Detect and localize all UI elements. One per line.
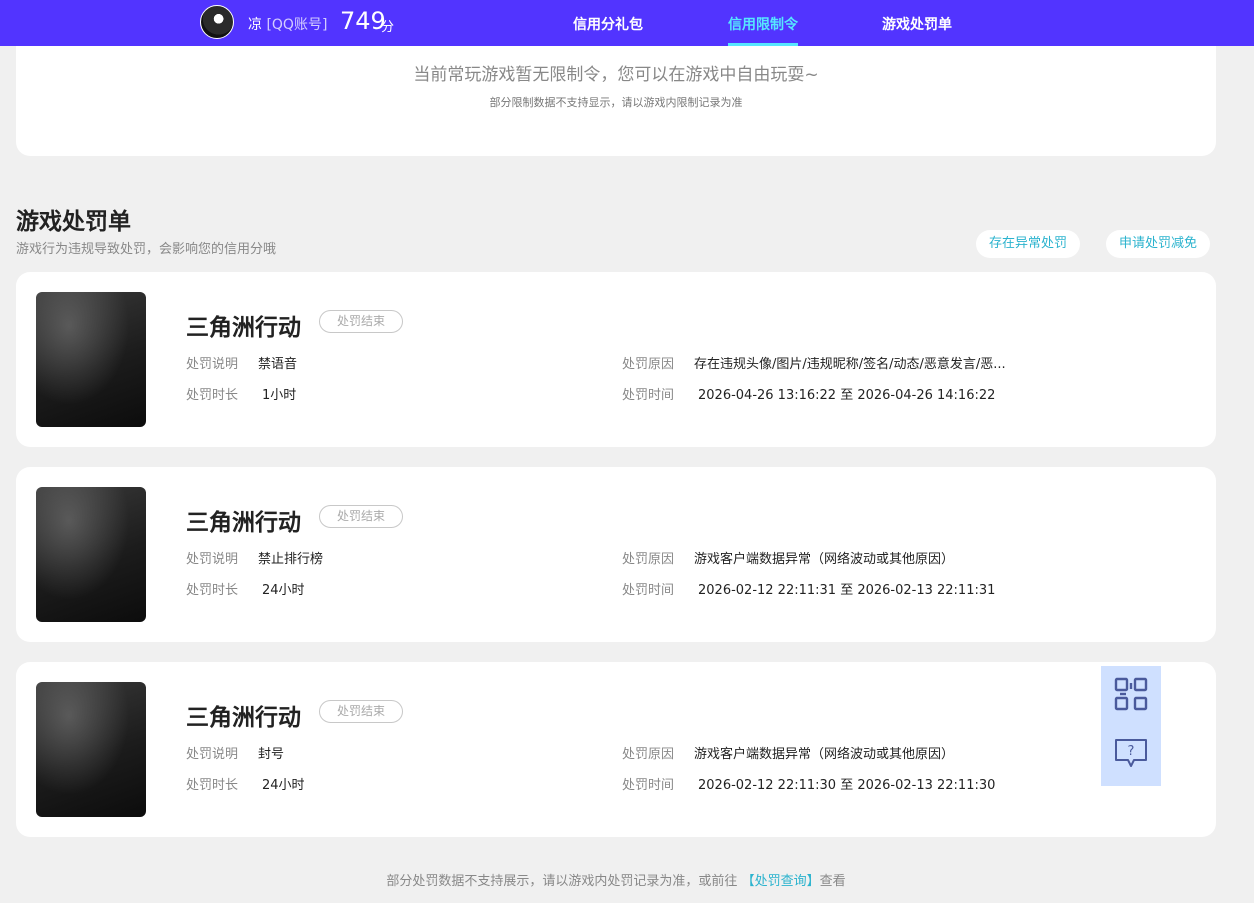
- user-name: 凉 [QQ账号]: [248, 14, 327, 34]
- game-thumbnail: [36, 487, 146, 622]
- nav-game-punishment[interactable]: 游戏处罚单: [882, 14, 952, 34]
- reason-value: 游戏客户端数据异常（网络波动或其他原因）: [694, 747, 955, 762]
- punishment-card[interactable]: 三角洲行动 处罚结束 处罚说明 封号 处罚时长 24小时 处罚原因 游戏客户端数…: [16, 662, 1216, 837]
- duration-value: 24小时: [262, 778, 305, 793]
- section-title: 游戏处罚单: [16, 209, 131, 235]
- status-badge: 处罚结束: [319, 700, 403, 723]
- help-button[interactable]: ?: [1101, 726, 1161, 786]
- status-badge: 处罚结束: [319, 310, 403, 333]
- nav-credit-gift[interactable]: 信用分礼包: [573, 14, 643, 34]
- time-label: 处罚时间: [622, 388, 675, 403]
- punishment-card[interactable]: 三角洲行动 处罚结束 处罚说明 禁止排行榜 处罚时长 24小时 处罚原因 游戏客…: [16, 467, 1216, 642]
- svg-text:?: ?: [1128, 744, 1135, 759]
- reason-value: 游戏客户端数据异常（网络波动或其他原因）: [694, 552, 955, 567]
- desc-label: 处罚说明: [186, 747, 239, 762]
- reason-label: 处罚原因: [622, 747, 675, 762]
- status-badge: 处罚结束: [319, 505, 403, 528]
- game-name: 三角洲行动: [186, 315, 301, 341]
- credit-score: 749: [340, 7, 386, 35]
- qr-code-icon: [1114, 677, 1148, 715]
- duration-label: 处罚时长: [186, 388, 239, 403]
- qr-code-button[interactable]: [1101, 666, 1161, 726]
- game-name: 三角洲行动: [186, 705, 301, 731]
- footer-text-end: 查看: [819, 874, 846, 889]
- footer-text: 部分处罚数据不支持展示，请以游戏内处罚记录为准，或前往: [386, 874, 738, 889]
- time-label: 处罚时间: [622, 583, 675, 598]
- desc-label: 处罚说明: [186, 357, 239, 372]
- duration-label: 处罚时长: [186, 778, 239, 793]
- avatar[interactable]: [200, 5, 234, 39]
- restriction-card: 当前常玩游戏暂无限制令，您可以在游戏中自由玩耍~ 部分限制数据不支持显示，请以游…: [16, 46, 1216, 156]
- restriction-note: 部分限制数据不支持显示，请以游戏内限制记录为准: [489, 96, 743, 109]
- help-chat-icon: ?: [1114, 738, 1148, 774]
- time-label: 处罚时间: [622, 778, 675, 793]
- reason-label: 处罚原因: [622, 357, 675, 372]
- time-value: 2026-02-12 22:11:30 至 2026-02-13 22:11:3…: [698, 778, 996, 793]
- top-bar: 凉 [QQ账号] 749 分 信用分礼包 信用限制令 游戏处罚单: [0, 0, 1254, 46]
- desc-value: 禁语音: [258, 357, 298, 372]
- reason-label: 处罚原因: [622, 552, 675, 567]
- time-value: 2026-04-26 13:16:22 至 2026-04-26 14:16:2…: [698, 388, 996, 403]
- game-name: 三角洲行动: [186, 510, 301, 536]
- time-value: 2026-02-12 22:11:31 至 2026-02-13 22:11:3…: [698, 583, 996, 598]
- score-unit: 分: [381, 20, 395, 35]
- game-thumbnail: [36, 682, 146, 817]
- section-description: 游戏行为违规导致处罚，会影响您的信用分哦: [16, 242, 277, 257]
- abnormal-punishment-button[interactable]: 存在异常处罚: [976, 230, 1081, 258]
- restriction-message: 当前常玩游戏暂无限制令，您可以在游戏中自由玩耍~: [413, 65, 819, 85]
- punishment-query-link[interactable]: 【处罚查询】: [742, 874, 820, 889]
- desc-value: 禁止排行榜: [258, 552, 324, 567]
- duration-label: 处罚时长: [186, 583, 239, 598]
- duration-value: 24小时: [262, 583, 305, 598]
- apply-reduction-button[interactable]: 申请处罚减免: [1106, 230, 1211, 258]
- punishment-card[interactable]: 三角洲行动 处罚结束 处罚说明 禁语音 处罚时长 1小时 处罚原因 存在违规头像…: [16, 272, 1216, 447]
- username: 凉: [248, 17, 262, 33]
- duration-value: 1小时: [262, 388, 297, 403]
- desc-value: 封号: [258, 747, 285, 762]
- reason-value: 存在违规头像/图片/违规昵称/签名/动态/恶意发言/恶...: [694, 357, 1006, 372]
- nav-credit-restriction[interactable]: 信用限制令: [728, 14, 798, 34]
- desc-label: 处罚说明: [186, 552, 239, 567]
- game-thumbnail: [36, 292, 146, 427]
- account-type: [QQ账号]: [266, 17, 328, 33]
- footer-note: 部分处罚数据不支持展示，请以游戏内处罚记录为准，或前往 【处罚查询】查看: [0, 870, 1232, 889]
